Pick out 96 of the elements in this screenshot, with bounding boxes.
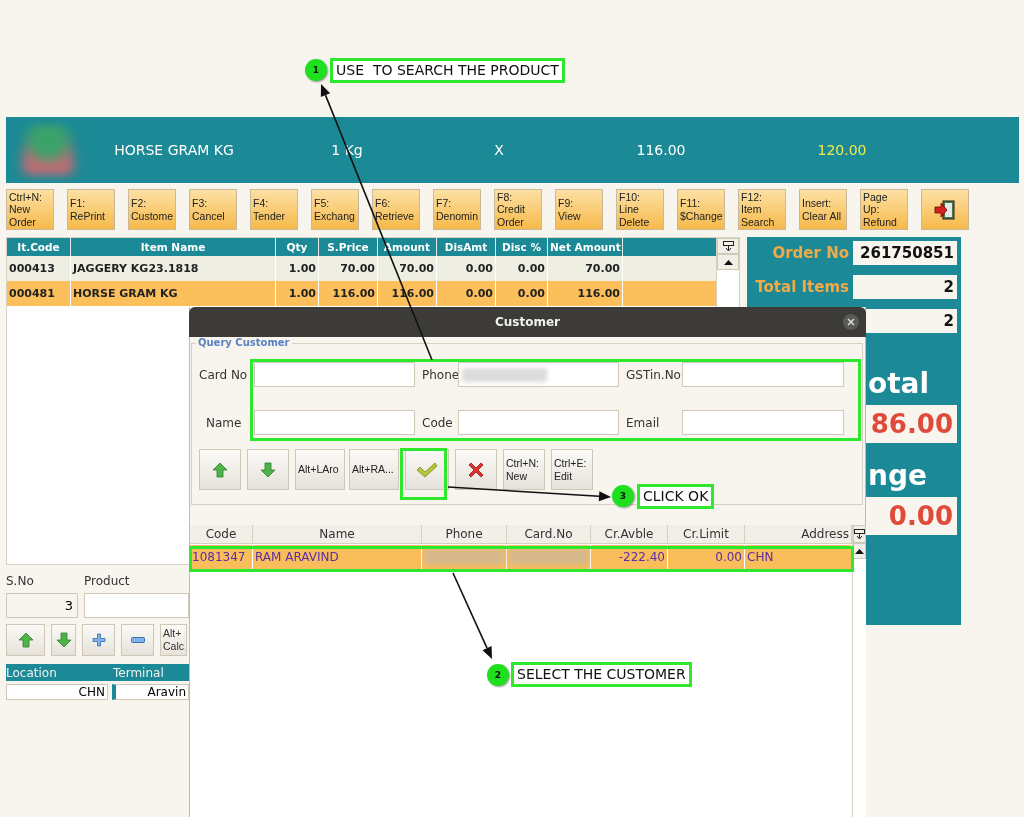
column-header: Terminal bbox=[113, 665, 164, 680]
sno-field[interactable]: 3 bbox=[6, 593, 78, 618]
window-title: Customer bbox=[494, 315, 560, 329]
input-field[interactable] bbox=[254, 362, 415, 387]
callout-text: SELECT THE CUSTOMER bbox=[511, 662, 692, 687]
field-label: Name bbox=[206, 415, 243, 430]
button[interactable]: Insert: Clear All bbox=[799, 189, 847, 230]
button[interactable] bbox=[921, 189, 969, 230]
button[interactable]: F5: Exchang bbox=[311, 189, 359, 230]
table-row[interactable]: 000413 JAGGERY KG23.1818 1.00 70.00 70.00 0.00 0.00 70.00 bbox=[7, 256, 717, 281]
down-arrow-icon bbox=[260, 461, 276, 478]
column-header[interactable]: Cr.Avble bbox=[591, 525, 668, 543]
column-header[interactable]: Name bbox=[253, 525, 422, 543]
button[interactable]: F7: Denomin bbox=[433, 189, 481, 230]
button[interactable]: Alt+ Calc bbox=[160, 624, 187, 656]
checkmark-icon bbox=[416, 461, 438, 478]
change-amount: 0.00 bbox=[866, 497, 957, 535]
step-number-badge: 1 bbox=[305, 59, 327, 81]
triangle-up-icon bbox=[723, 259, 733, 265]
quantity-text: 1 Kg bbox=[330, 142, 364, 158]
table-cell: 0.00 bbox=[437, 281, 496, 306]
price-text: 116.00 bbox=[635, 142, 687, 158]
table-row[interactable]: 1081347 RAM ARAVIND -222.40 0.00 CHN bbox=[190, 545, 852, 569]
table-cell: 116.00 bbox=[548, 281, 623, 306]
column-header[interactable]: Phone bbox=[422, 525, 507, 543]
column-header: Location bbox=[6, 665, 58, 680]
plus-icon bbox=[91, 633, 106, 647]
column-header[interactable]: Cr.Limit bbox=[668, 525, 745, 543]
callout-text: USE TO SEARCH THE PRODUCT bbox=[330, 58, 565, 83]
label: S.No bbox=[6, 574, 35, 588]
column-header[interactable]: Code bbox=[190, 525, 253, 543]
field-label: Phone bbox=[422, 367, 458, 382]
total-label: otal bbox=[868, 367, 931, 401]
input-field[interactable] bbox=[254, 410, 415, 435]
up-arrow-icon bbox=[17, 632, 34, 648]
button[interactable]: F3: Cancel bbox=[189, 189, 237, 230]
close-button[interactable] bbox=[843, 314, 859, 330]
group-title: Query Customer bbox=[196, 337, 292, 348]
field-label: Email bbox=[626, 415, 661, 430]
button[interactable]: Page Up: Refund bbox=[860, 189, 908, 230]
table-cell: 000481 bbox=[7, 281, 71, 306]
column-chooser-button[interactable] bbox=[853, 525, 866, 543]
button[interactable]: F6: Retrieve bbox=[372, 189, 420, 230]
total-items-label: Total Items bbox=[755, 278, 849, 296]
column-chooser-button[interactable] bbox=[717, 238, 739, 254]
product-name: HORSE GRAM KG bbox=[113, 142, 235, 158]
product-field[interactable] bbox=[84, 593, 189, 618]
button[interactable]: F12: Item Search bbox=[738, 189, 786, 230]
down-arrow-icon bbox=[55, 632, 72, 648]
change-label: nge bbox=[868, 459, 928, 493]
field-label: Code bbox=[422, 415, 454, 430]
button[interactable]: F10: Line Delete bbox=[616, 189, 664, 230]
column-chooser-icon bbox=[854, 528, 865, 540]
blurred-logo bbox=[18, 125, 78, 175]
button[interactable]: F2: Custome bbox=[128, 189, 176, 230]
highlight-frame bbox=[400, 448, 447, 500]
close-icon bbox=[847, 318, 855, 326]
x-icon bbox=[467, 460, 485, 479]
field-label: Card No bbox=[199, 367, 249, 382]
column-header[interactable]: Card.No bbox=[507, 525, 591, 543]
button[interactable]: Ctrl+E: Edit bbox=[551, 449, 593, 490]
table-cell: 0.00 bbox=[496, 281, 548, 306]
scroll-up-button[interactable] bbox=[717, 254, 739, 270]
button[interactable]: Alt+LAro bbox=[295, 449, 345, 490]
input-field[interactable] bbox=[458, 410, 619, 435]
button[interactable]: F8: Credit Order bbox=[494, 189, 542, 230]
multiply-sign: X bbox=[493, 142, 505, 158]
callout-text: CLICK OK bbox=[637, 484, 715, 509]
button[interactable]: Alt+RA... bbox=[349, 449, 399, 490]
up-arrow-icon bbox=[212, 461, 228, 478]
table-cell: 116.00 bbox=[319, 281, 378, 306]
button[interactable]: F1: RePrint bbox=[67, 189, 115, 230]
button[interactable]: Ctrl+N: New Order bbox=[6, 189, 54, 230]
exit-door-icon bbox=[934, 198, 956, 221]
button[interactable]: F4: Tender bbox=[250, 189, 298, 230]
minus-icon bbox=[130, 637, 145, 643]
input-field[interactable] bbox=[458, 362, 619, 387]
button[interactable]: Ctrl+N: New bbox=[503, 449, 545, 490]
location-value: CHN bbox=[6, 684, 108, 700]
table-cell: HORSE GRAM KG bbox=[71, 281, 276, 306]
button[interactable] bbox=[455, 449, 497, 490]
label: Product bbox=[84, 574, 130, 588]
terminal-value: Aravin bbox=[112, 684, 189, 700]
triangle-up-icon bbox=[855, 548, 864, 554]
input-field[interactable] bbox=[682, 362, 844, 387]
total-items-value: 2 bbox=[853, 275, 957, 299]
column-chooser-icon bbox=[722, 240, 734, 252]
order-no-label: Order No bbox=[772, 244, 849, 262]
mrp-text: 120.00 bbox=[816, 142, 868, 158]
table-cell: 1.00 bbox=[276, 281, 319, 306]
order-no-value: 261750851 bbox=[853, 241, 957, 265]
button[interactable]: F9: View bbox=[555, 189, 603, 230]
field-label: GSTin.No bbox=[626, 367, 682, 382]
input-field[interactable] bbox=[682, 410, 844, 435]
total-amount: 86.00 bbox=[866, 405, 957, 443]
button[interactable]: F11: $Change bbox=[677, 189, 725, 230]
